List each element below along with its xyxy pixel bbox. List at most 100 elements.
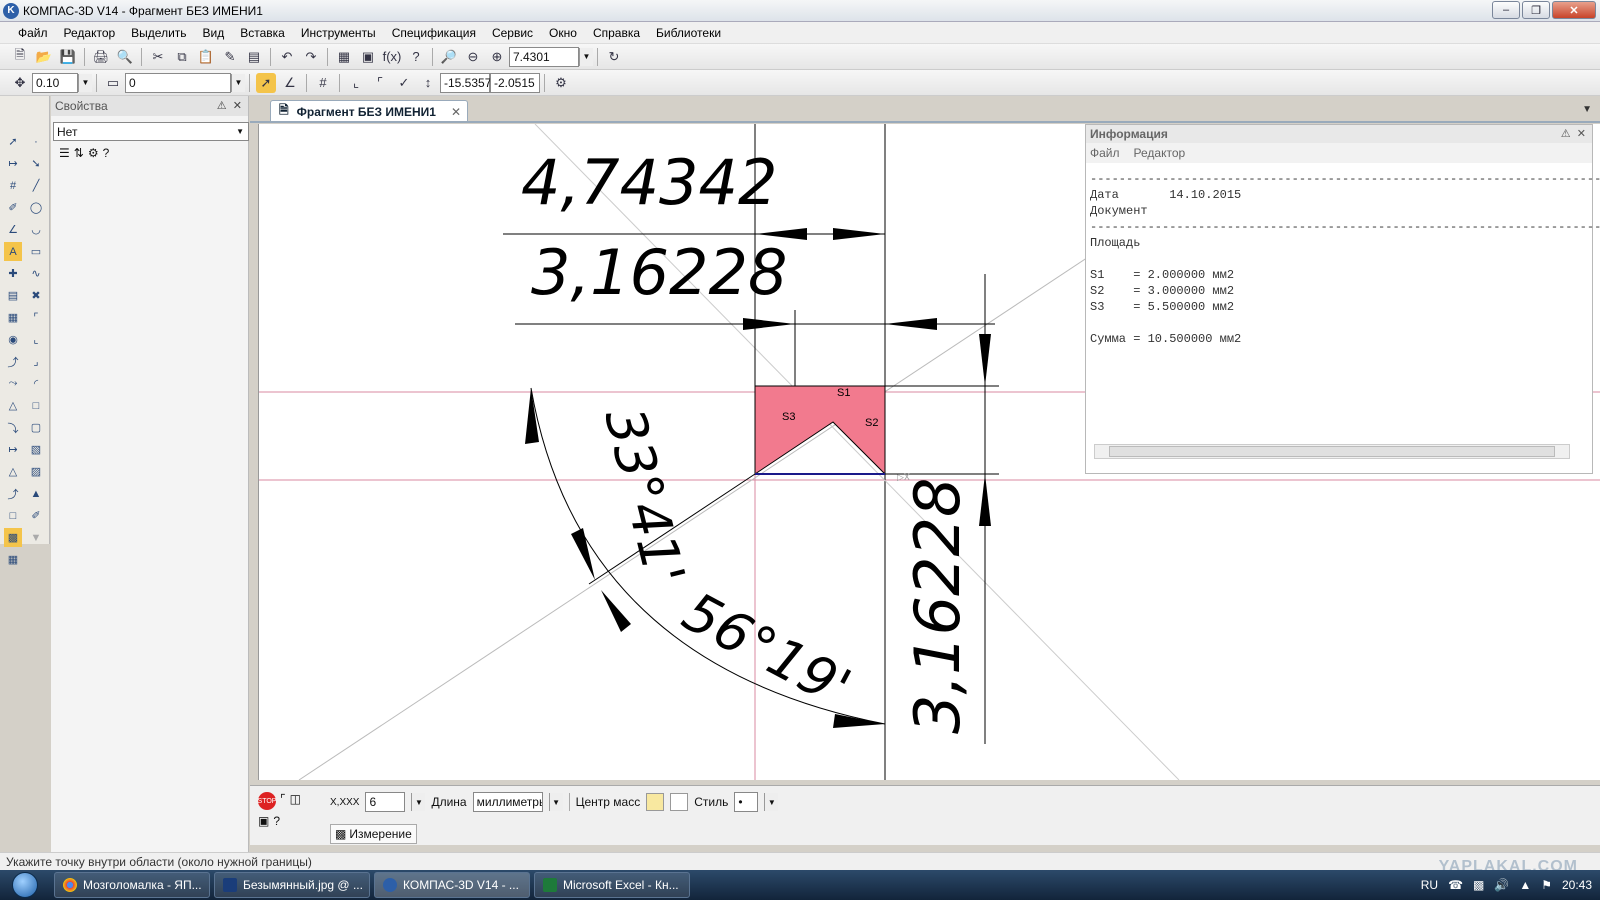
- filter-icon[interactable]: ⚙: [88, 146, 99, 160]
- object-select[interactable]: Нет ▼: [53, 122, 249, 141]
- aux-line-tool-icon[interactable]: ➘: [27, 154, 45, 173]
- language-indicator[interactable]: RU: [1421, 878, 1438, 892]
- menu-file[interactable]: Файл: [10, 26, 56, 40]
- arc-fillet-tool-icon[interactable]: ◜: [27, 374, 45, 393]
- tool-f-icon[interactable]: △: [4, 462, 22, 481]
- taskbar-item-chrome[interactable]: Мозголомалка - ЯП...: [54, 872, 210, 898]
- zoom-dropdown-icon[interactable]: ▼: [579, 47, 593, 66]
- panel-close-icon[interactable]: ✕: [233, 100, 242, 112]
- info-menu-editor[interactable]: Редактор: [1134, 146, 1186, 160]
- stop-icon[interactable]: STOP: [258, 792, 276, 810]
- regenerate-icon[interactable]: ⚙: [551, 73, 571, 93]
- panel-help-icon[interactable]: ?: [273, 814, 280, 828]
- zoom-in-icon[interactable]: ⊕: [487, 47, 507, 67]
- taskbar-item-excel[interactable]: Microsoft Excel - Кн...: [534, 872, 690, 898]
- menu-libraries[interactable]: Библиотеки: [648, 26, 729, 40]
- bezier-tool-icon[interactable]: ∿: [27, 264, 45, 283]
- reports-category-icon[interactable]: ▦: [4, 308, 22, 327]
- zoom-out-icon[interactable]: ⊖: [463, 47, 483, 67]
- menu-specification[interactable]: Спецификация: [384, 26, 484, 40]
- taskbar-item-kompas[interactable]: КОМПАС-3D V14 - ...: [374, 872, 530, 898]
- redo-icon[interactable]: ↷: [301, 47, 321, 67]
- menu-editor[interactable]: Редактор: [56, 26, 124, 40]
- point-tool-icon[interactable]: ·: [27, 132, 45, 151]
- paste-icon[interactable]: 📋: [196, 47, 216, 67]
- params-category-icon[interactable]: ∠: [4, 220, 22, 239]
- hatch-tool-icon[interactable]: ▢: [27, 418, 45, 437]
- fill-tool-icon[interactable]: ▧: [27, 440, 45, 459]
- new-document-icon[interactable]: 🗎: [10, 47, 30, 67]
- properties-icon[interactable]: ▤: [244, 47, 264, 67]
- mass-center-off-icon[interactable]: [646, 793, 665, 811]
- zoom-field[interactable]: 7.4301: [509, 46, 579, 67]
- flag-icon[interactable]: ⚑: [1541, 878, 1552, 892]
- disabled-tool-icon[interactable]: ▼: [27, 528, 45, 547]
- menu-help[interactable]: Справка: [585, 26, 648, 40]
- save-icon[interactable]: 💾: [58, 47, 78, 67]
- variables-icon[interactable]: f(x): [382, 47, 402, 67]
- tool-b-icon[interactable]: ⤳: [4, 374, 22, 393]
- chamfer-tool-icon[interactable]: ⌜: [27, 308, 45, 327]
- dimensions-category-icon[interactable]: ↦: [4, 154, 22, 173]
- edit-category-icon[interactable]: ✐: [4, 198, 22, 217]
- precision-dropdown-icon[interactable]: ▼: [411, 793, 426, 811]
- minimize-button[interactable]: –: [1492, 1, 1520, 19]
- viber-icon[interactable]: ☎: [1448, 878, 1463, 892]
- refresh-icon[interactable]: ↻: [604, 47, 624, 67]
- auto-create-icon[interactable]: ▣: [258, 814, 269, 828]
- menu-service[interactable]: Сервис: [484, 26, 541, 40]
- menu-insert[interactable]: Вставка: [232, 26, 293, 40]
- geometry-category-icon[interactable]: ➚: [4, 132, 22, 151]
- menu-view[interactable]: Вид: [195, 26, 233, 40]
- cut-icon[interactable]: ✂: [148, 47, 168, 67]
- layer-field[interactable]: 0: [125, 72, 231, 93]
- pin-icon[interactable]: ⚠: [217, 100, 227, 112]
- style-dropdown-icon[interactable]: ▼: [764, 793, 779, 811]
- collection-tool-icon[interactable]: ▲: [27, 484, 45, 503]
- symbols-category-icon[interactable]: #: [4, 176, 22, 195]
- style-field[interactable]: •: [734, 792, 759, 812]
- tab-fragment[interactable]: 🗎 Фрагмент БЕЗ ИМЕНИ1 ✕: [270, 100, 468, 122]
- tool-c-icon[interactable]: △: [4, 396, 22, 415]
- select-category-icon[interactable]: ✚: [4, 264, 22, 283]
- menu-window[interactable]: Окно: [541, 26, 585, 40]
- step-field[interactable]: 0.10: [32, 72, 78, 93]
- length-unit-field[interactable]: миллиметры: [472, 792, 543, 812]
- sort-category-icon[interactable]: ☰: [59, 146, 70, 160]
- open-folder-icon[interactable]: 📂: [34, 47, 54, 67]
- step-dropdown-icon[interactable]: ▼: [78, 73, 92, 92]
- circle-tool-icon[interactable]: ◯: [27, 198, 45, 217]
- tool-i-icon[interactable]: ▦: [4, 550, 22, 569]
- select-point-icon[interactable]: ⌜: [280, 792, 286, 810]
- area-measure-tool-icon[interactable]: ▩: [4, 528, 22, 547]
- network-icon[interactable]: ▩: [1473, 878, 1484, 892]
- maximize-button[interactable]: ❐: [1522, 1, 1550, 19]
- format-brush-icon[interactable]: ✎: [220, 47, 240, 67]
- region-tool-icon[interactable]: ▨: [27, 462, 45, 481]
- tool-h-icon[interactable]: □: [4, 506, 22, 525]
- segment-tool-icon[interactable]: ╱: [27, 176, 45, 195]
- polyline-tool-icon[interactable]: ✖: [27, 286, 45, 305]
- spline-tool-icon[interactable]: ✐: [27, 506, 45, 525]
- info-menu-file[interactable]: Файл: [1090, 146, 1120, 160]
- contour-tool-icon[interactable]: □: [27, 396, 45, 415]
- tab-close-icon[interactable]: ✕: [451, 105, 461, 119]
- offset-tool-icon[interactable]: ⌟: [27, 352, 45, 371]
- print-preview-icon[interactable]: 🔍: [115, 47, 135, 67]
- local-cs-icon[interactable]: ⌞: [346, 73, 366, 93]
- tab-measure[interactable]: ▩ Измерение: [330, 824, 417, 844]
- arc-tool-icon[interactable]: ◡: [27, 220, 45, 239]
- info-pin-icon[interactable]: ⚠: [1561, 128, 1571, 140]
- grid-icon[interactable]: #: [313, 73, 333, 93]
- tool-e-icon[interactable]: ↦: [4, 440, 22, 459]
- ortho-mode-icon[interactable]: ⌜: [370, 73, 390, 93]
- print-icon[interactable]: 🖨: [91, 47, 111, 67]
- tool-d-icon[interactable]: ⤵: [4, 418, 22, 437]
- round-icon[interactable]: ✓: [394, 73, 414, 93]
- sort-alpha-icon[interactable]: ⇅: [74, 146, 84, 160]
- help-pointer-icon[interactable]: ?: [406, 47, 426, 67]
- layer-dropdown-icon[interactable]: ▼: [231, 73, 245, 92]
- library-icon[interactable]: ▣: [358, 47, 378, 67]
- tool-g-icon[interactable]: ⤴: [4, 484, 22, 503]
- tool-a-icon[interactable]: ⤴: [4, 352, 22, 371]
